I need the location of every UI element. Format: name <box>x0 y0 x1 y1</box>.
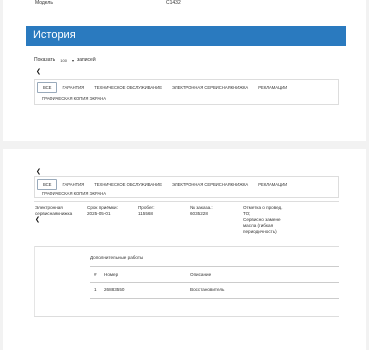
extra-works-title: Дополнительные работы <box>90 255 144 260</box>
show-suffix: записей <box>76 57 96 63</box>
show-label: Показать <box>34 57 56 63</box>
divider <box>34 246 339 247</box>
chevron-down-icon[interactable]: ▾ <box>72 58 74 63</box>
record-note: Отметка о провед. ТО; Сервисно замене ма… <box>243 205 283 235</box>
date-value: 2025-05-01 <box>87 210 111 216</box>
page-size-row: Показать 100 ▾ записей <box>34 57 96 63</box>
row-number: 26883550 <box>104 287 125 292</box>
record-date: Срок приёмки: 2025-05-01 <box>87 205 118 217</box>
tab-claims[interactable]: РЕКЛАМАЦИИ <box>253 83 292 92</box>
extra-works-table: # Номер Описание 1 26883550 Восстановите… <box>90 266 339 299</box>
record-type-line2: сервиснаякнижка <box>35 210 73 216</box>
tab-maintenance[interactable]: ТЕХНИЧЕСКОЕ ОБСЛУЖИВАНИЕ <box>89 83 167 92</box>
tab-warranty[interactable]: ГАРАНТИЯ <box>57 83 89 92</box>
tab-all[interactable]: ВСЕ <box>37 82 58 93</box>
tabs-container-top: ВСЕ ГАРАНТИЯ ТЕХНИЧЕСКОЕ ОБСЛУЖИВАНИЕ ЭЛ… <box>34 79 339 105</box>
history-panel-lower: ❮ ВСЕ ГАРАНТИЯ ТЕХНИЧЕСКОЕ ОБСЛУЖИВАНИЕ … <box>3 149 366 350</box>
tab-warranty[interactable]: ГАРАНТИЯ <box>57 180 89 189</box>
col-index-header: # <box>94 272 97 277</box>
row-description: Восстановитель <box>190 287 225 292</box>
col-description-header: Описание <box>190 272 212 277</box>
table-bottom-border <box>90 298 339 299</box>
record-type: Электронная сервиснаякнижка ❮ <box>35 205 72 223</box>
tab-row: ВСЕ ГАРАНТИЯ ТЕХНИЧЕСКОЕ ОБСЛУЖИВАНИЕ ЭЛ… <box>37 82 292 93</box>
collapse-caret-icon[interactable]: ❮ <box>36 69 41 75</box>
page-size-select[interactable]: 100 <box>58 58 69 63</box>
collapse-caret-icon[interactable]: ❮ <box>35 217 72 223</box>
tabs-container-bottom: ВСЕ ГАРАНТИЯ ТЕХНИЧЕСКОЕ ОБСЛУЖИВАНИЕ ЭЛ… <box>34 176 339 198</box>
history-title: История <box>33 29 76 41</box>
col-number-header: Номер <box>104 272 119 277</box>
tab-maintenance[interactable]: ТЕХНИЧЕСКОЕ ОБСЛУЖИВАНИЕ <box>89 180 167 189</box>
row-index: 1 <box>94 287 97 292</box>
record-order: № заказа.: 6035228 <box>190 205 213 217</box>
history-header: История <box>26 26 346 46</box>
history-panel: Модель C1432 История Показать 100 ▾ запи… <box>3 0 366 141</box>
model-value: C1432 <box>166 0 181 6</box>
order-value: 6035228 <box>190 210 208 216</box>
record-mileage: Пробег: 115568 <box>138 205 155 217</box>
divider <box>34 316 339 317</box>
model-label: Модель <box>35 0 53 6</box>
left-border <box>34 246 35 316</box>
mileage-value: 115568 <box>138 210 153 216</box>
collapse-caret-icon[interactable]: ❮ <box>36 169 41 175</box>
table-header-row: # Номер Описание <box>90 267 339 282</box>
tab-screen-copy[interactable]: ГРАФИЧЕСКАЯ КОПИЯ ЭКРАНА <box>37 189 111 198</box>
divider <box>34 201 339 202</box>
tab-claims[interactable]: РЕКЛАМАЦИИ <box>253 180 292 189</box>
table-row: 1 26883550 Восстановитель <box>90 283 339 298</box>
note-line5: периодичность) <box>243 228 277 234</box>
tab-service-book[interactable]: ЭЛЕКТРОННАЯ СЕРВИСНАЯКНИЖКА <box>167 180 253 189</box>
tab-screen-copy[interactable]: ГРАФИЧЕСКАЯ КОПИЯ ЭКРАНА <box>37 94 111 103</box>
tab-service-book[interactable]: ЭЛЕКТРОННАЯ СЕРВИСНАЯКНИЖКА <box>167 83 253 92</box>
